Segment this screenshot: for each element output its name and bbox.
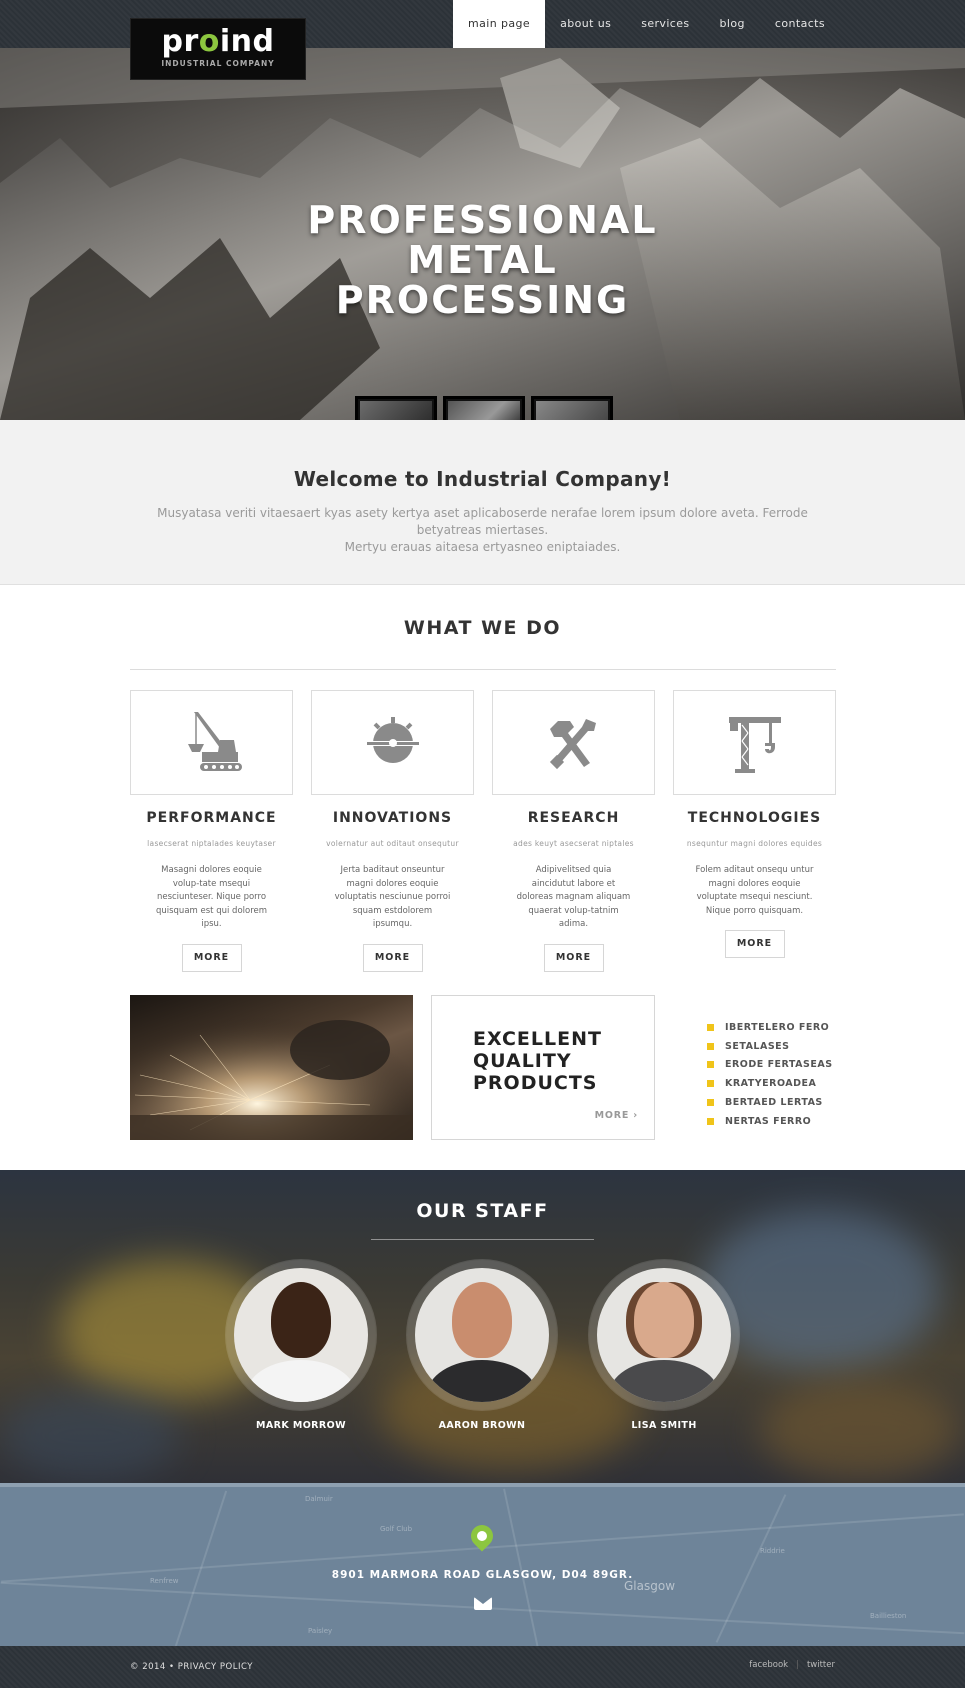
main-nav: main page about us services blog contact… (453, 0, 840, 48)
list-item[interactable]: SETALASES (707, 1037, 833, 1056)
service-title: TECHNOLOGIES (687, 810, 822, 826)
footer: © 2014 • PRIVACY POLICY facebook | twitter (0, 1646, 965, 1688)
quality-title: EXCELLENT QUALITY PRODUCTS (473, 1028, 602, 1094)
welcome-section: Welcome to Industrial Company! Musyatasa… (0, 420, 965, 585)
staff-member[interactable]: LISA SMITH (589, 1260, 739, 1431)
divider (371, 1239, 594, 1240)
grinder-sparks-photo (130, 995, 413, 1140)
envelope-icon[interactable] (474, 1597, 492, 1610)
slide-thumbnail[interactable] (443, 396, 525, 420)
service-icon-box (492, 690, 655, 795)
quality-products-box: EXCELLENT QUALITY PRODUCTS MORE › (431, 995, 655, 1140)
slide-thumbnail[interactable] (355, 396, 437, 420)
service-icon-box (673, 690, 836, 795)
map-city-label: Glasgow (624, 1579, 676, 1593)
service-icon-box (130, 690, 293, 795)
service-title: INNOVATIONS (332, 810, 453, 826)
service-subtitle: lasecserat niptalades keuytaser (147, 839, 276, 848)
list-item[interactable]: BERTAED LERTAS (707, 1093, 833, 1112)
saw-blade-icon (362, 716, 423, 763)
service-description: Jerta baditaut onseuntur magni dolores e… (334, 865, 451, 929)
service-subtitle: ades keuyt asecserat niptales (513, 839, 634, 848)
logo-wordmark: proind (161, 24, 275, 59)
twitter-link[interactable]: twitter (807, 1660, 835, 1670)
staff-name: MARK MORROW (256, 1420, 346, 1431)
staff-member[interactable]: MARK MORROW (226, 1260, 376, 1431)
welcome-title: Welcome to Industrial Company! (293, 467, 672, 491)
square-bullet-icon (707, 1099, 714, 1107)
address: 8901 MARMORA ROAD GLASGOW, D04 89GR. (331, 1569, 634, 1581)
nav-main-page[interactable]: main page (453, 0, 546, 48)
hero-headline: PROFESSIONAL METAL PROCESSING (307, 198, 658, 322)
more-button[interactable]: MORE (362, 943, 423, 972)
nav-services[interactable]: services (626, 0, 704, 48)
square-bullet-icon (707, 1042, 714, 1050)
hero-slider: PROFESSIONAL METAL PROCESSING (0, 48, 965, 420)
staff-section: OUR STAFF MARK MORROW AARON BROWN LISA S… (0, 1170, 965, 1483)
list-item[interactable]: IBERTELERO FERO (707, 1018, 833, 1037)
logo[interactable]: proind INDUSTRIAL COMPANY (130, 18, 306, 80)
service-card: TECHNOLOGIES nsequntur magni dolores equ… (673, 690, 836, 972)
nav-about-us[interactable]: about us (545, 0, 626, 48)
list-item[interactable]: NERTAS FERRO (707, 1112, 833, 1131)
square-bullet-icon (707, 1023, 714, 1031)
service-description: Folem aditaut onsequ untur magni dolores… (695, 865, 814, 916)
service-title: RESEARCH (527, 810, 620, 826)
nav-contacts[interactable]: contacts (760, 0, 840, 48)
nav-blog[interactable]: blog (705, 0, 760, 48)
service-card: RESEARCH ades keuyt asecserat niptales A… (492, 690, 655, 972)
staff-name: LISA SMITH (631, 1420, 697, 1431)
service-title: PERFORMANCE (146, 810, 277, 826)
slider-thumbnails (355, 396, 613, 420)
tools-icon (549, 718, 596, 769)
list-item[interactable]: ERODE FERTASEAS (707, 1056, 833, 1075)
crane-icon (728, 716, 781, 773)
logo-tagline: INDUSTRIAL COMPANY (161, 59, 275, 68)
staff-member[interactable]: AARON BROWN (407, 1260, 557, 1431)
more-button[interactable]: MORE (181, 943, 242, 972)
square-bullet-icon (707, 1080, 714, 1088)
sparks-illustration (130, 995, 413, 1140)
more-button[interactable]: MORE (543, 943, 604, 972)
service-card: PERFORMANCE lasecserat niptalades keuyta… (130, 690, 293, 972)
slide-thumbnail[interactable] (531, 396, 613, 420)
service-subtitle: volernatur aut oditaut onsequtur (326, 839, 459, 848)
what-we-do-title: WHAT WE DO (403, 617, 562, 639)
staff-title: OUR STAFF (416, 1200, 549, 1222)
quality-more-link[interactable]: MORE › (595, 1110, 638, 1121)
facebook-link[interactable]: facebook (749, 1660, 788, 1670)
location-map[interactable]: Dalmuir Golf Club Renfrew Paisley Riddri… (0, 1483, 965, 1646)
feature-list: IBERTELERO FERO SETALASES ERODE FERTASEA… (707, 1018, 833, 1131)
welcome-text: Musyatasa veriti vitaesaert kyas asety k… (157, 506, 808, 554)
service-description: Adipivelitsed quia aincidutut labore et … (516, 865, 631, 929)
staff-name: AARON BROWN (438, 1420, 526, 1431)
gear-o-icon: o (198, 24, 220, 59)
services-cards: PERFORMANCE lasecserat niptalades keuyta… (130, 690, 836, 972)
square-bullet-icon (707, 1117, 714, 1125)
more-button[interactable]: MORE (724, 930, 785, 958)
avatar (589, 1260, 739, 1410)
copyright[interactable]: © 2014 • PRIVACY POLICY (130, 1662, 253, 1672)
service-card: INNOVATIONS volernatur aut oditaut onseq… (311, 690, 474, 972)
avatar (407, 1260, 557, 1410)
excavator-icon (187, 711, 242, 771)
square-bullet-icon (707, 1061, 714, 1069)
service-description: Masagni dolores eoquie volup-tate msequi… (155, 865, 268, 929)
service-icon-box (311, 690, 474, 795)
list-item[interactable]: KRATYEROADEA (707, 1074, 833, 1093)
social-links: facebook | twitter (749, 1660, 835, 1670)
avatar (226, 1260, 376, 1410)
divider (130, 669, 836, 670)
service-subtitle: nsequntur magni dolores equides (686, 839, 823, 848)
chevron-right-icon: › (633, 1110, 638, 1121)
